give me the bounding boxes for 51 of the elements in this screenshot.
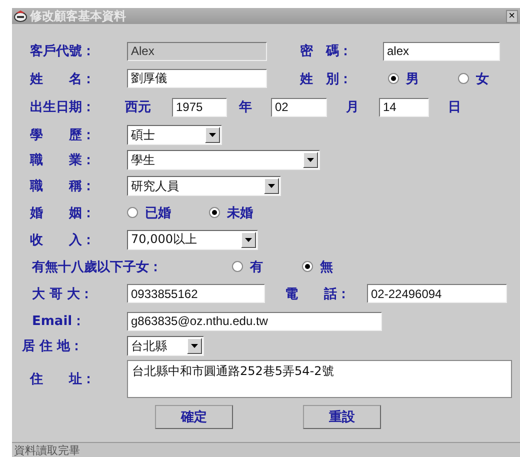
text-field[interactable]: 劉厚儀 xyxy=(127,69,267,88)
caret-icon xyxy=(268,184,275,188)
caret-icon xyxy=(191,344,198,348)
field-label: 學 歷： xyxy=(30,127,96,144)
field-label: 電 話： xyxy=(285,286,351,302)
radio-option[interactable]: 已婚 xyxy=(127,204,197,222)
dropdown[interactable]: 碩士 xyxy=(127,125,222,145)
caret-icon xyxy=(307,158,314,162)
dropdown[interactable]: 學生 xyxy=(127,150,320,170)
field-label: 大 哥 大： xyxy=(32,286,94,302)
text-field[interactable]: 14 xyxy=(379,98,429,116)
field-label: 有無十八歲以下子女： xyxy=(32,258,163,276)
radio-option[interactable]: 有 xyxy=(232,258,292,276)
text-field[interactable]: 0933855162 xyxy=(127,284,265,303)
text-field[interactable]: g863835@oz.nthu.edu.tw xyxy=(127,312,382,330)
dropdown[interactable]: 70,000以上 xyxy=(127,230,258,250)
field-label: 客戶代號： xyxy=(30,42,96,60)
field-label: 職 稱： xyxy=(30,178,96,195)
field-label: 姓 別： xyxy=(300,70,353,88)
radio-option[interactable]: 男 xyxy=(388,70,443,88)
radio-option[interactable]: 女 xyxy=(458,70,508,88)
window-title: 修改顧客基本資料 xyxy=(30,8,127,24)
address-field[interactable]: 台北縣中和市圓通路252巷5弄54-2號 xyxy=(127,360,512,398)
field-label: 月 xyxy=(346,99,360,116)
dialog-button[interactable]: 重設 xyxy=(303,405,381,429)
field-label: Email： xyxy=(32,313,86,330)
field-label: 收 入： xyxy=(30,232,96,248)
field-label: 住 址： xyxy=(30,371,96,388)
field-label: 居 住 地： xyxy=(22,338,84,355)
field-label: 西元 xyxy=(125,99,152,116)
field-label: 年 xyxy=(239,99,253,116)
field-label: 出生日期： xyxy=(30,99,96,116)
caret-icon xyxy=(245,238,252,242)
text-field[interactable]: 02 xyxy=(271,98,327,116)
close-button[interactable]: × xyxy=(506,10,518,22)
app-icon xyxy=(14,10,27,22)
field-label: 職 業： xyxy=(30,152,96,169)
field-label: 密 碼： xyxy=(300,42,353,60)
radio-option[interactable]: 無 xyxy=(302,258,362,276)
field-label: 姓 名： xyxy=(30,70,96,88)
text-field[interactable]: 02-22496094 xyxy=(367,284,507,303)
field-label: 日 xyxy=(448,99,462,116)
caret-icon xyxy=(209,133,216,137)
field-label: 婚 姻： xyxy=(30,204,96,222)
dropdown[interactable]: 台北縣 xyxy=(127,336,204,356)
status-bar: 資料讀取完畢 xyxy=(12,442,520,457)
text-field[interactable]: alex xyxy=(383,42,500,60)
text-field[interactable]: 1975 xyxy=(172,98,227,116)
dialog-button[interactable]: 確定 xyxy=(155,405,233,429)
radio-option[interactable]: 未婚 xyxy=(209,204,279,222)
dropdown[interactable]: 研究人員 xyxy=(127,176,281,196)
